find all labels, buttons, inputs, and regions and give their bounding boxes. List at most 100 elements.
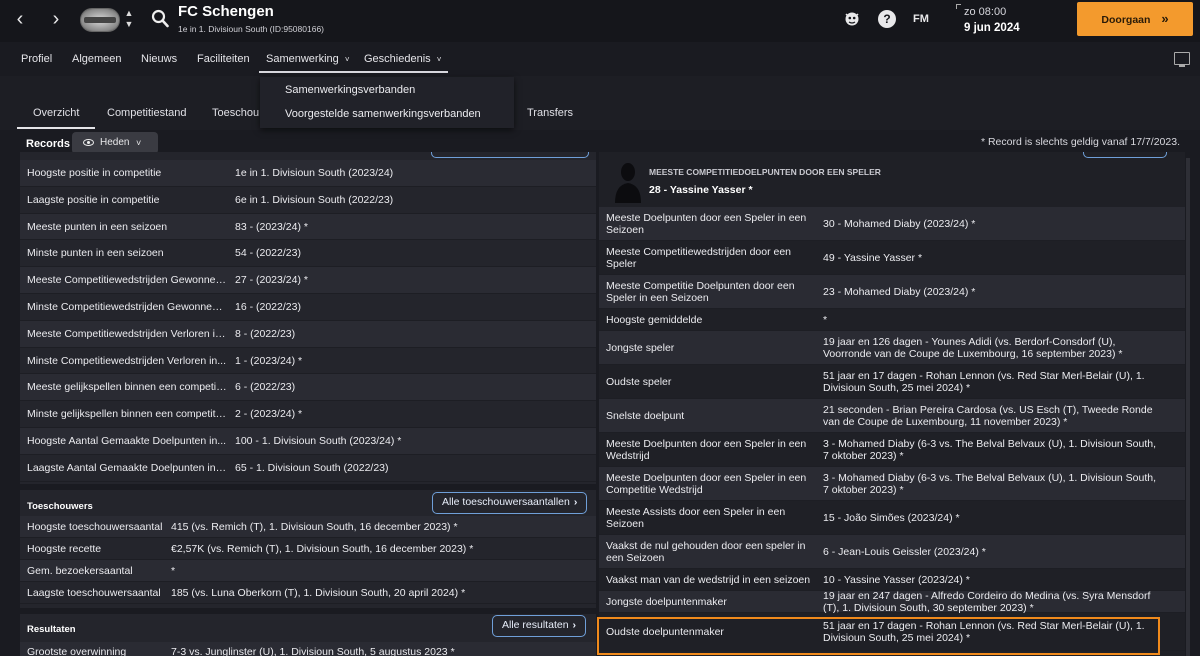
player-record-row-value[interactable]: 23 - Mohamed Diaby (2023/24) * [823,286,1163,298]
record-row-label: Hoogste Aantal Gemaakte Doelpunten in... [27,435,227,447]
nav-profiel[interactable]: Profiel [21,53,52,65]
period-filter-label: Heden [100,137,130,148]
date-corner-mark [956,4,961,9]
record-row[interactable]: Minste gelijkspellen binnen een competit… [20,401,596,428]
back-arrow-icon[interactable]: ‹ [10,9,30,29]
player-record-row-value[interactable]: 3 - Mohamed Diaby (6-3 vs. The Belval Be… [823,438,1163,462]
record-row-value[interactable]: 83 - (2023/24) * [235,221,308,233]
player-record-row[interactable]: Meeste Doelpunten door een Speler in een… [599,433,1185,467]
record-row-value[interactable]: 65 - 1. Divisioun South (2022/23) [235,462,389,474]
nav-geschiedenis[interactable]: Geschiedenis ˅ [357,53,449,73]
player-record-row-value[interactable]: 6 - Jean-Louis Geissler (2023/24) * [823,546,1163,558]
record-row[interactable]: Minste punten in een seizoen 54 - (2022/2… [20,240,596,268]
sub-tabs: Overzicht Competitiestand Toeschou Trans… [0,76,1200,130]
record-row-value[interactable]: 16 - (2022/23) [235,301,301,313]
fm-menu-icon[interactable]: FM [913,10,935,28]
record-row[interactable]: Meeste Competitiewedstrijden Gewonnen...… [20,267,596,294]
club-name[interactable]: FC Schengen [178,3,274,20]
all-records-button-stub[interactable] [431,152,589,158]
results-row[interactable]: Grootste overwinning 7-3 vs. Junglinster … [20,642,596,656]
player-record-row-value[interactable]: 3 - Mohamed Diaby (6-3 vs. The Belval Be… [823,472,1163,496]
player-record-row[interactable]: Meeste Competitie Doelpunten door een Sp… [599,275,1185,309]
record-row-label: Minste gelijkspellen binnen een competit… [27,408,227,421]
player-record-row[interactable]: Jongste doelpuntenmaker 19 jaar en 247 da… [599,590,1185,614]
chevron-right-icon: › [572,619,577,631]
tab-competitiestand[interactable]: Competitiestand [107,107,187,119]
record-row-value[interactable]: 1 - (2023/24) * [235,355,302,367]
record-row[interactable]: Meeste punten in een seizoen 83 - (2023/2… [20,213,596,241]
club-switch-icon[interactable]: ▲ ▼ [123,8,135,32]
player-record-row[interactable]: Vaakst de nul gehouden door een speler i… [599,535,1185,569]
player-record-row[interactable]: Oudste speler 51 jaar en 17 dagen - Rohan… [599,365,1185,399]
attendance-row[interactable]: Hoogste toeschouwersaantal 415 (vs. Remic… [20,516,596,538]
player-record-row[interactable]: Meeste Assists door een Speler in een Se… [599,501,1185,535]
record-row-value[interactable]: 54 - (2022/23) [235,247,301,259]
player-record-row-value[interactable]: 15 - João Simões (2023/24) * [823,512,1163,524]
all-results-button[interactable]: Alle resultaten › [492,615,587,637]
game-date[interactable]: zo 08:00 9 jun 2024 [956,4,1046,38]
tab-overzicht[interactable]: Overzicht [17,107,96,129]
record-row[interactable]: Minste Competitiewedstrijden Gewonnen i.… [20,294,596,321]
record-row-value[interactable]: 100 - 1. Divisioun South (2023/24) * [235,435,401,447]
record-row-value[interactable]: 27 - (2023/24) * [235,274,308,286]
attendance-row-value[interactable]: €2,57K (vs. Remich (T), 1. Divisioun Sou… [171,543,473,555]
all-attendance-button[interactable]: Alle toeschouwersaantallen › [432,492,588,514]
period-filter-dropdown[interactable]: Heden ˅ [72,132,158,154]
record-row-value[interactable]: 8 - (2022/23) [235,328,295,340]
nav-algemeen[interactable]: Algemeen [72,53,122,65]
attendance-row[interactable]: Hoogste recette €2,57K (vs. Remich (T), 1… [20,538,596,560]
player-record-row-value[interactable]: 49 - Yassine Yasser * [823,252,1163,264]
player-record-row-value[interactable]: 51 jaar en 17 dagen - Rohan Lennon (vs. … [823,370,1163,394]
player-record-row[interactable]: Oudste doelpuntenmaker 51 jaar en 17 dage… [599,613,1185,651]
monitor-icon[interactable] [1174,52,1190,67]
attendance-row-value[interactable]: 415 (vs. Remich (T), 1. Divisioun South,… [171,521,458,533]
record-row[interactable]: Meeste gelijkspellen binnen een competit… [20,374,596,402]
record-row-value[interactable]: 6e in 1. Divisioun South (2022/23) [235,194,393,206]
social-media-icon[interactable] [843,10,861,28]
attendance-title: Toeschouwers [27,501,93,512]
featured-record-value[interactable]: 28 - Yassine Yasser * [649,184,753,196]
results-row-value[interactable]: 7-3 vs. Junglinster (U), 1. Divisioun So… [171,646,455,656]
record-row[interactable]: Meeste Competitiewedstrijden Verloren in… [20,320,596,348]
tab-transfers[interactable]: Transfers [527,107,573,119]
attendance-row-value[interactable]: 185 (vs. Luna Oberkorn (T), 1. Divisioun… [171,587,465,599]
player-record-row-value[interactable]: 21 seconden - Brian Pereira Cardosa (vs.… [823,404,1163,428]
scrollbar[interactable] [1186,158,1190,656]
player-record-row[interactable]: Meeste Doelpunten door een Speler in een… [599,467,1185,501]
player-record-row-value[interactable]: 19 jaar en 247 dagen - Alfredo Cordeiro … [823,590,1163,614]
player-record-row-value[interactable]: 51 jaar en 17 dagen - Rohan Lennon (vs. … [823,620,1163,644]
player-record-row[interactable]: Jongste speler 19 jaar en 126 dagen - You… [599,331,1185,365]
nav-nieuws[interactable]: Nieuws [141,53,177,65]
record-row-value[interactable]: 2 - (2023/24) * [235,408,302,420]
attendance-row[interactable]: Laagste toeschouwersaantal 185 (vs. Luna … [20,582,596,604]
help-icon[interactable]: ? [878,10,896,28]
record-row[interactable]: Hoogste Aantal Gemaakte Doelpunten in...… [20,428,596,455]
club-logo[interactable] [80,8,120,32]
record-row[interactable]: Laagste positie in competitie 6e in 1. Di… [20,187,596,214]
record-row[interactable]: Hoogste positie in competitie 1e in 1. Di… [20,160,596,187]
tab-toeschouwers[interactable]: Toeschou [212,107,259,119]
nav-faciliteiten[interactable]: Faciliteiten [197,53,250,65]
player-records-button-stub[interactable] [1083,152,1167,158]
player-record-row-value[interactable]: 30 - Mohamed Diaby (2023/24) * [823,218,1163,230]
attendance-row-value[interactable]: * [171,565,175,577]
record-row-value[interactable]: 6 - (2022/23) [235,381,295,393]
search-icon[interactable] [151,9,169,29]
record-row[interactable]: Minste Competitiewedstrijden Verloren in… [20,348,596,375]
menu-item-samenwerkingsverbanden[interactable]: Samenwerkingsverbanden [285,84,415,96]
player-record-row[interactable]: Meeste Competitiewedstrijden door een Sp… [599,241,1185,275]
continue-button[interactable]: Doorgaan » [1077,2,1193,36]
nav-samenwerking[interactable]: Samenwerking ˅ [259,53,357,73]
player-record-row[interactable]: Snelste doelpunt 21 seconden - Brian Pere… [599,399,1185,433]
player-record-row[interactable]: Vaakst man van de wedstrijd in een seizo… [599,569,1185,591]
player-record-row-value[interactable]: 19 jaar en 126 dagen - Younes Adidi (vs.… [823,336,1163,360]
player-record-row-value[interactable]: 10 - Yassine Yasser (2023/24) * [823,574,1163,586]
attendance-row[interactable]: Gem. bezoekersaantal * [20,560,596,582]
record-row-value[interactable]: 1e in 1. Divisioun South (2023/24) [235,167,393,179]
player-record-row-value[interactable]: * [823,314,1163,326]
menu-item-voorgestelde-samenwerkingsverbanden[interactable]: Voorgestelde samenwerkingsverbanden [285,108,481,120]
forward-arrow-icon[interactable]: › [46,9,66,29]
player-record-row[interactable]: Hoogste gemiddelde * [599,309,1185,331]
record-row[interactable]: Laagste Aantal Gemaakte Doelpunten in e.… [20,455,596,482]
player-record-row[interactable]: Meeste Doelpunten door een Speler in een… [599,207,1185,241]
